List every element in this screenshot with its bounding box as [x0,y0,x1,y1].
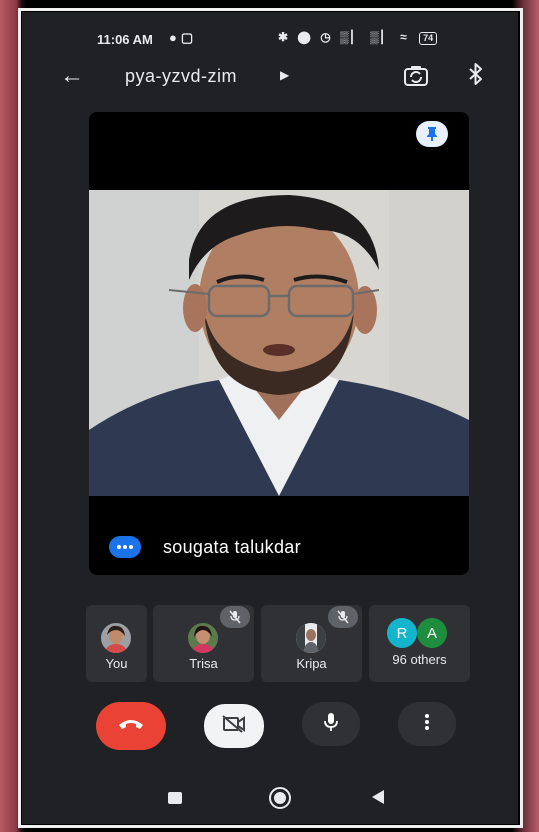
participant-tile-trisa[interactable]: Trisa [153,605,254,682]
video-off-icon [222,714,246,738]
bluetooth-icon[interactable] [468,62,484,92]
screen-record-icon: ▢ [180,30,198,45]
more-horizontal-icon[interactable] [109,536,141,558]
switch-camera-icon[interactable] [403,64,429,93]
main-video-tile[interactable]: sougata talukdar [89,112,469,575]
meeting-code[interactable]: pya-yzvd-zim [125,66,237,87]
status-time: 11:06 AM [97,32,153,47]
arrow-left-icon[interactable]: ← [60,62,84,90]
battery-icon: 74 [419,32,438,45]
phone-hangup-icon [118,717,144,735]
avatar-initial-a: A [417,618,447,648]
status-bar: 11:06 AM ●▢ ✱ ⬤ ◷ ▒▏ ▒▏ ≈ 74 [22,12,518,52]
recent-apps-icon[interactable] [168,792,182,804]
android-nav-bar [22,777,518,817]
microphone-button[interactable] [302,702,360,746]
microphone-icon [324,712,338,737]
end-call-button[interactable] [96,702,166,750]
participant-label: Trisa [189,656,218,671]
participant-label: Kripa [296,656,327,671]
whatsapp-icon: ● [169,30,181,45]
avatar [296,623,326,653]
pin-icon[interactable] [416,121,448,147]
participant-tile-kripa[interactable]: Kripa [261,605,362,682]
alarm-icon: ◷ [320,30,334,44]
camera-toggle-button[interactable] [204,704,264,748]
meeting-header: ← pya-yzvd-zim ▶ [22,58,518,94]
caret-right-icon[interactable]: ▶ [280,68,289,82]
participant-tile-you[interactable]: You [86,605,147,682]
more-options-button[interactable] [398,702,456,746]
signal-1-icon: ▒▏ [340,30,364,44]
participant-nameplate: sougata talukdar [109,536,301,558]
home-icon[interactable] [269,787,291,809]
participant-label: 96 others [392,652,447,667]
avatar-initial-r: R [387,618,417,648]
bluetooth-status-icon: ✱ [278,30,292,44]
wifi-icon: ≈ [400,30,410,44]
back-triangle-icon[interactable] [372,790,384,804]
mic-off-icon [220,606,250,628]
phone-screen: 11:06 AM ●▢ ✱ ⬤ ◷ ▒▏ ▒▏ ≈ 74 ← pya-yzvd-… [22,12,518,824]
toggle-icon: ⬤ [297,30,314,44]
status-left-icons: ●▢ [169,30,197,46]
participant-tile-others[interactable]: R A 96 others [369,605,470,682]
participant-label: You [105,656,128,671]
avatar [188,623,218,653]
avatar [101,623,131,653]
participant-name: sougata talukdar [163,536,301,557]
status-right-icons: ✱ ⬤ ◷ ▒▏ ▒▏ ≈ 74 [278,30,438,45]
participant-video [89,190,469,496]
signal-2-icon: ▒▏ [370,30,394,44]
more-vertical-icon [424,713,430,736]
mic-off-icon [328,606,358,628]
